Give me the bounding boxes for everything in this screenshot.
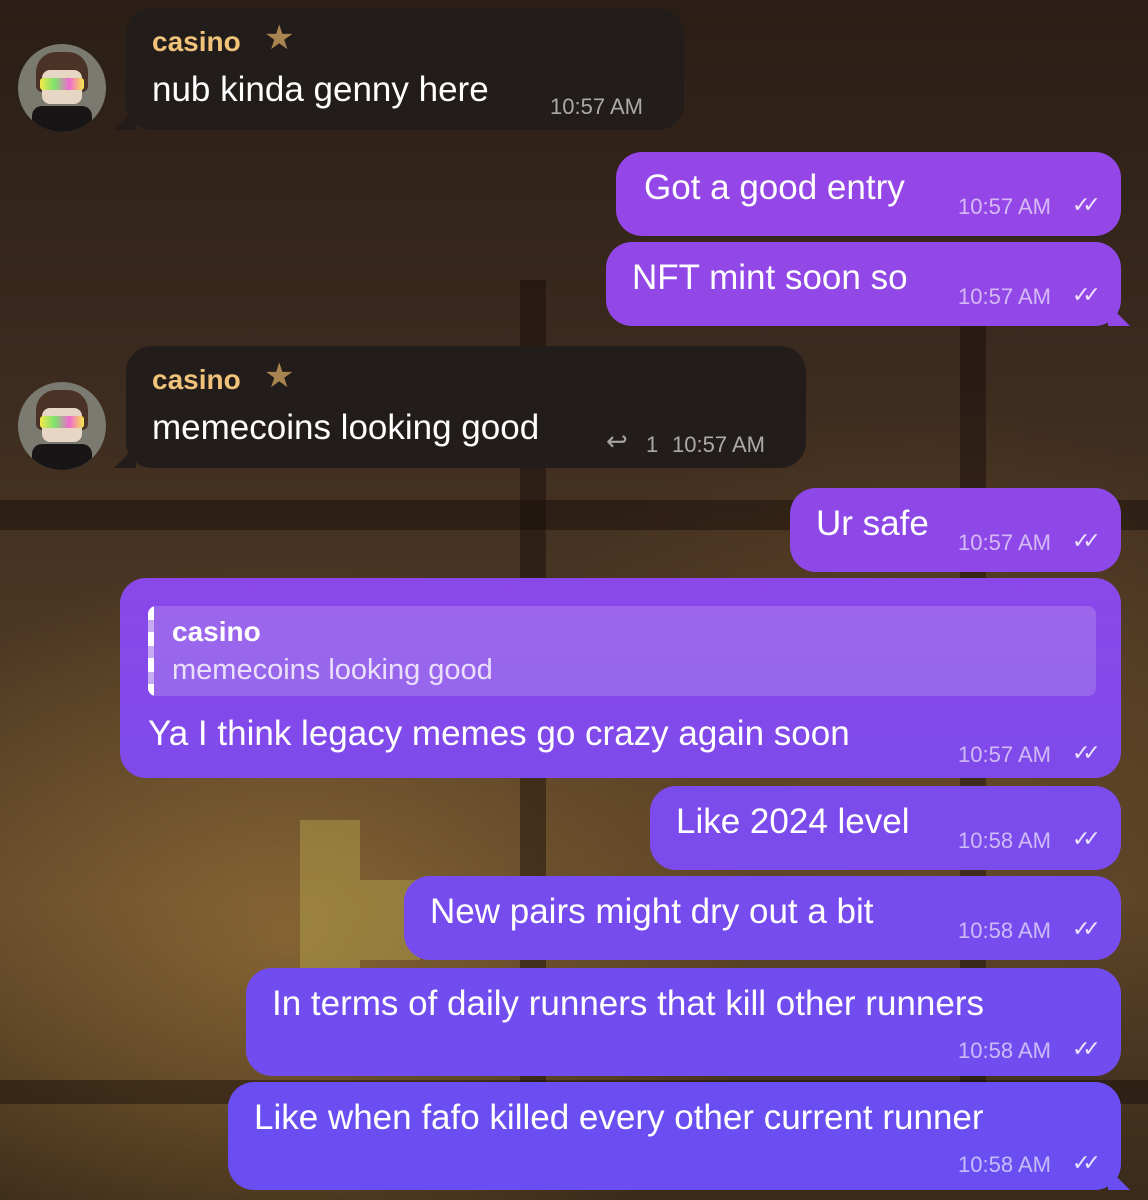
- message-time: 10:58 AM: [958, 828, 1051, 853]
- star-icon: ★: [264, 19, 295, 57]
- message-time: 10:57 AM: [958, 742, 1051, 767]
- double-check-icon: ✓✓: [1072, 192, 1101, 217]
- double-check-icon: ✓✓: [1072, 916, 1101, 941]
- quoted-message[interactable]: casino memecoins looking good: [148, 606, 1096, 696]
- sender-name[interactable]: casino: [152, 26, 241, 58]
- message-text: Ya I think legacy memes go crazy again s…: [148, 714, 850, 753]
- outgoing-message[interactable]: NFT mint soon so 10:57 AM ✓✓: [606, 242, 1121, 326]
- reply-arrow-icon[interactable]: ↩: [606, 426, 628, 457]
- message-time: 10:57 AM: [958, 530, 1051, 555]
- outgoing-message[interactable]: In terms of daily runners that kill othe…: [246, 968, 1121, 1076]
- message-time: 10:57 AM: [958, 194, 1051, 219]
- quote-sender: casino: [172, 616, 261, 647]
- reply-count[interactable]: 1: [646, 432, 658, 458]
- message-text: Got a good entry: [644, 168, 905, 207]
- message-text: NFT mint soon so: [632, 258, 908, 297]
- message-time: 10:57 AM: [672, 432, 765, 457]
- message-time: 10:58 AM: [958, 1038, 1051, 1063]
- incoming-message[interactable]: casino ★ nub kinda genny here 10:57 AM: [126, 8, 684, 130]
- message-text: nub kinda genny here: [152, 70, 489, 109]
- avatar[interactable]: [18, 44, 106, 132]
- outgoing-message[interactable]: New pairs might dry out a bit 10:58 AM ✓…: [404, 876, 1121, 960]
- bubble-tail: [1108, 1168, 1130, 1190]
- message-time: 10:57 AM: [958, 284, 1051, 309]
- double-check-icon: ✓✓: [1072, 826, 1101, 851]
- double-check-icon: ✓✓: [1072, 282, 1101, 307]
- star-icon: ★: [264, 357, 295, 395]
- message-time: 10:58 AM: [958, 918, 1051, 943]
- message-text: Ur safe: [816, 504, 929, 543]
- message-time: 10:58 AM: [958, 1152, 1051, 1177]
- sender-name[interactable]: casino: [152, 364, 241, 396]
- message-text: In terms of daily runners that kill othe…: [272, 984, 984, 1023]
- double-check-icon: ✓✓: [1072, 1036, 1101, 1061]
- outgoing-message[interactable]: Like when fafo killed every other curren…: [228, 1082, 1121, 1190]
- message-text: Like when fafo killed every other curren…: [254, 1098, 984, 1137]
- double-check-icon: ✓✓: [1072, 1150, 1101, 1175]
- double-check-icon: ✓✓: [1072, 528, 1101, 553]
- incoming-message[interactable]: casino ★ memecoins looking good ↩ 1 10:5…: [126, 346, 806, 468]
- double-check-icon: ✓✓: [1072, 740, 1101, 765]
- outgoing-message[interactable]: Like 2024 level 10:58 AM ✓✓: [650, 786, 1121, 870]
- avatar[interactable]: [18, 382, 106, 470]
- quote-bar: [148, 606, 154, 696]
- outgoing-reply-message[interactable]: casino memecoins looking good Ya I think…: [120, 578, 1121, 778]
- message-text: Like 2024 level: [676, 802, 910, 841]
- outgoing-message[interactable]: Got a good entry 10:57 AM ✓✓: [616, 152, 1121, 236]
- quote-text: memecoins looking good: [172, 654, 493, 686]
- message-time: 10:57 AM: [550, 94, 643, 119]
- bubble-tail: [1108, 304, 1130, 326]
- message-text: memecoins looking good: [152, 408, 540, 447]
- outgoing-message[interactable]: Ur safe 10:57 AM ✓✓: [790, 488, 1121, 572]
- message-text: New pairs might dry out a bit: [430, 892, 874, 931]
